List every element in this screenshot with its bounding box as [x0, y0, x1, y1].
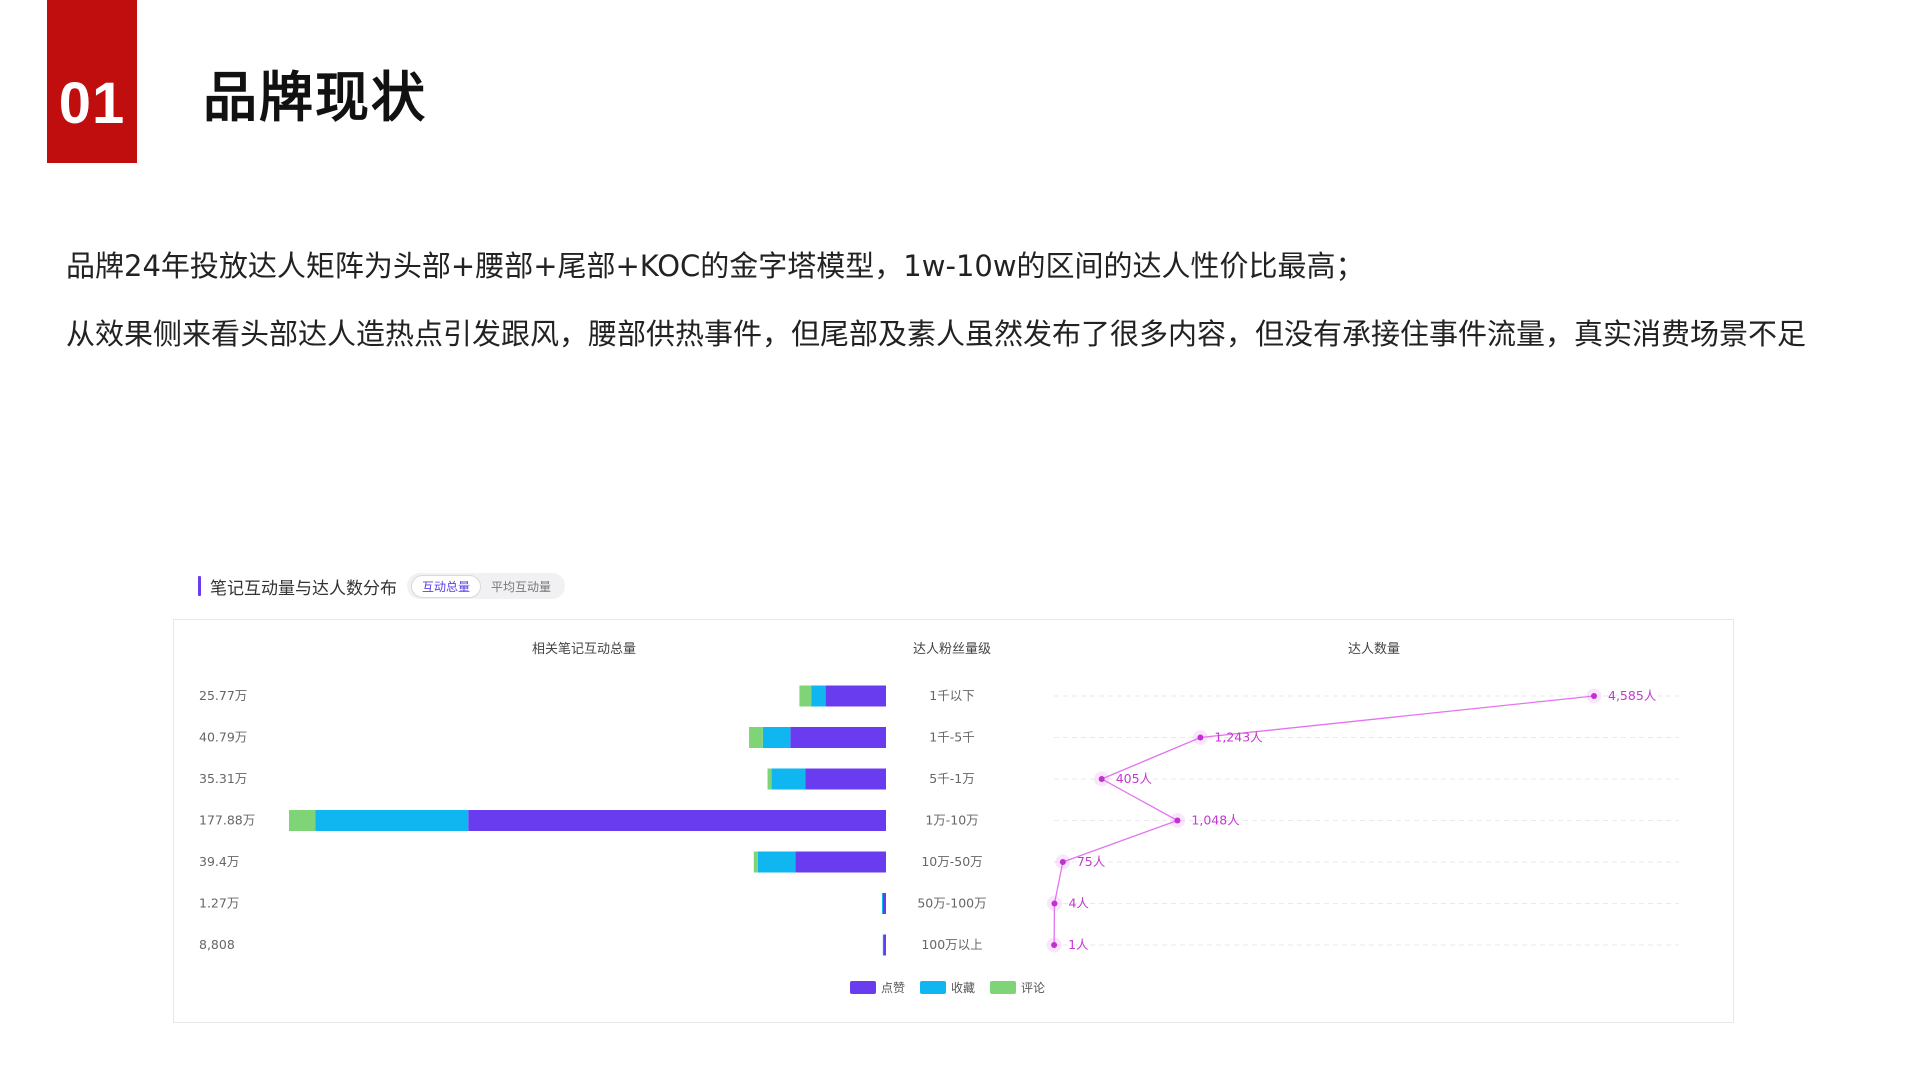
bar-segment-likes[interactable] [805, 768, 886, 790]
bar-segment-likes[interactable] [790, 727, 886, 748]
count-label: 4,585人 [1608, 688, 1657, 703]
bar-segment-collects[interactable] [315, 810, 469, 831]
legend-label[interactable]: 点赞 [881, 981, 905, 995]
chart-panel: 相关笔记互动总量 达人粉丝量级 达人数量 1千以下 1千-5千 5千-1万 1万-10… [173, 619, 1734, 1023]
tier-label: 5千-1万 [929, 771, 974, 786]
count-point[interactable] [1098, 776, 1105, 782]
bar-segment-likes[interactable] [883, 934, 887, 956]
chart-title-accent [198, 576, 201, 596]
bar-segment-comments[interactable] [767, 768, 772, 790]
interaction-distribution-chart: 相关笔记互动总量 达人粉丝量级 达人数量 1千以下 1千-5千 5千-1万 1万-10… [199, 641, 1679, 995]
chart-header: 笔记互动量与达人数分布 互动总量 平均互动量 [198, 568, 566, 604]
count-point[interactable] [1591, 693, 1597, 699]
column-header-follower-tier: 达人粉丝量级 [913, 642, 991, 657]
total-label: 1.27万 [199, 896, 239, 911]
column-header-creator-count: 达人数量 [1348, 642, 1400, 657]
legend-swatch[interactable] [990, 981, 1016, 994]
count-point[interactable] [1174, 817, 1181, 824]
column-header-interactions: 相关笔记互动总量 [532, 641, 636, 657]
tier-label: 50万-100万 [917, 896, 986, 911]
tier-label: 1万-10万 [925, 813, 978, 828]
page-title: 品牌现状 [203, 66, 427, 129]
total-label: 8,808 [199, 937, 235, 952]
count-label: 1,048人 [1191, 813, 1240, 828]
bar-segment-comments[interactable] [753, 851, 758, 873]
total-label: 35.31万 [199, 771, 247, 786]
bar-segment-collects[interactable] [762, 727, 791, 748]
tier-label: 100万以上 [921, 937, 982, 952]
bar-segment-likes[interactable] [795, 851, 886, 873]
bar-segment-comments[interactable] [749, 727, 763, 748]
legend-swatch[interactable] [920, 981, 946, 994]
total-label: 177.88万 [199, 813, 255, 828]
count-label: 405人 [1116, 771, 1153, 786]
summary-paragraph-2: 从效果侧来看头部达人造热点引发跟风，腰部供热事件，但尾部及素人虽然发布了很多内容… [66, 317, 1807, 351]
legend-label[interactable]: 评论 [1021, 981, 1045, 995]
bar-segment-collects[interactable] [811, 685, 826, 707]
bar-segment-comments[interactable] [289, 810, 316, 831]
count-label: 1,243人 [1214, 730, 1263, 745]
bar-segment-likes[interactable] [882, 893, 886, 914]
stacked-bars [289, 685, 887, 956]
total-label: 39.4万 [199, 854, 239, 869]
chart-title: 笔记互动量与达人数分布 [210, 578, 397, 599]
tier-label: 1千-5千 [929, 730, 974, 745]
count-label: 75人 [1077, 854, 1106, 869]
bar-segment-likes[interactable] [468, 810, 886, 831]
count-point[interactable] [1197, 734, 1204, 741]
count-label: 4人 [1068, 896, 1089, 911]
bar-segment-comments[interactable] [799, 685, 812, 707]
bar-segment-collects[interactable] [882, 934, 884, 956]
tier-label: 10万-50万 [921, 854, 982, 869]
tier-label: 1千以下 [929, 688, 974, 703]
chart-legend: 点赞 收藏 评论 [850, 981, 1045, 995]
bar-segment-likes[interactable] [825, 685, 886, 707]
total-label: 40.79万 [199, 730, 247, 745]
section-number-badge: 01 [47, 0, 137, 163]
total-label: 25.77万 [199, 688, 247, 703]
count-gridlines [1054, 695, 1679, 946]
bar-segment-collects[interactable] [771, 768, 806, 790]
section-number: 01 [58, 71, 126, 136]
tier-labels: 1千以下 1千-5千 5千-1万 1万-10万 10万-50万 50万-100万 100万以… [917, 688, 986, 952]
summary-paragraph-1: 品牌24年投放达人矩阵为头部+腰部+尾部+KOC的金字塔模型，1w-10w的区间… [66, 249, 1365, 283]
count-point[interactable] [1059, 859, 1066, 865]
count-point[interactable] [1051, 900, 1058, 907]
bar-segment-collects[interactable] [757, 851, 796, 873]
legend-label[interactable]: 收藏 [951, 981, 975, 995]
total-labels: 25.77万 40.79万 35.31万 177.88万 39.4万 1.27万 8,808 [199, 688, 255, 952]
legend-swatch[interactable] [850, 981, 876, 994]
bar-segment-collects[interactable] [881, 893, 883, 914]
count-point[interactable] [1051, 942, 1058, 948]
count-label: 1人 [1068, 937, 1089, 952]
toggle-total-interactions[interactable]: 互动总量 [411, 574, 482, 598]
toggle-average-interactions[interactable]: 平均互动量 [481, 576, 561, 597]
metric-toggle: 互动总量 平均互动量 [407, 573, 566, 599]
